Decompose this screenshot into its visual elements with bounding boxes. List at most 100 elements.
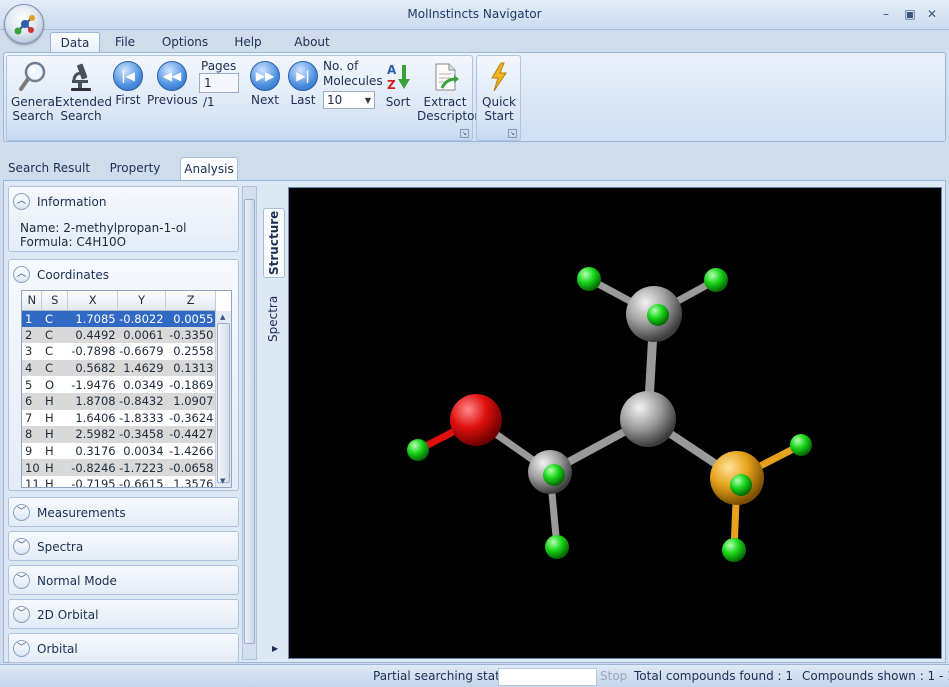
quick-start-button[interactable]: Quick Start <box>479 61 519 123</box>
section-measurements[interactable]: ﹀ Measurements <box>8 497 239 527</box>
general-search-button[interactable]: General Search <box>11 61 58 123</box>
atom-h5[interactable] <box>545 535 569 559</box>
section-2d-orbital[interactable]: ﹀ 2D Orbital <box>8 599 239 629</box>
tab-help[interactable]: Help <box>226 32 270 53</box>
atom-h6[interactable] <box>790 434 812 456</box>
previous-page-button[interactable]: ◀◀ Previous <box>147 61 198 107</box>
table-cell: C <box>41 310 68 327</box>
expand-arrow-icon[interactable]: ▶ <box>272 644 278 653</box>
splitter-thumb[interactable] <box>244 199 255 644</box>
section-header[interactable]: ﹀ Measurements <box>13 503 126 523</box>
table-row[interactable]: 4 C 0.5682 1.4629 0.1313 <box>22 359 216 377</box>
svg-text:Z: Z <box>387 78 396 92</box>
table-cell: -1.7223 <box>117 459 166 476</box>
column-header[interactable]: Y <box>117 291 167 311</box>
coordinates-scrollbar[interactable]: ▲ ▼ <box>215 311 231 487</box>
app-title: MolInstincts Navigator <box>407 7 542 21</box>
no-of-molecules-label: No. of Molecules <box>323 59 383 88</box>
table-row[interactable]: 5 O -1.9476 0.0349 -0.1869 <box>22 376 216 393</box>
next-page-button[interactable]: ▶▶ Next <box>248 61 282 107</box>
minimize-icon[interactable]: – <box>878 7 894 21</box>
atom-h7[interactable] <box>722 538 746 562</box>
tab-file[interactable]: File <box>106 32 144 53</box>
section-header[interactable]: ﹀ Spectra <box>13 537 83 557</box>
section-header[interactable]: ﹀ 2D Orbital <box>13 605 98 625</box>
chevron-up-icon: ︿ <box>13 266 30 283</box>
ribbon: General Search Extended Search |◀ First … <box>3 52 946 142</box>
column-header[interactable]: X <box>67 291 119 311</box>
section-orbital[interactable]: ﹀ Orbital <box>8 633 239 663</box>
panel-splitter[interactable] <box>242 186 257 660</box>
table-row[interactable]: 3 C -0.7898 -0.6679 0.2558 <box>22 343 216 360</box>
table-cell: -1.9476 <box>71 377 116 392</box>
scrollbar-thumb[interactable] <box>217 323 230 483</box>
sort-button[interactable]: A Z Sort <box>381 61 415 109</box>
section-header[interactable]: ﹀ Orbital <box>13 639 78 659</box>
previous-page-icon: ◀◀ <box>157 61 187 91</box>
atom-h2[interactable] <box>704 268 728 292</box>
table-cell: 9 <box>25 444 33 459</box>
molecule-3d-render[interactable] <box>289 188 941 658</box>
quick-start-launcher-icon[interactable]: ↘ <box>508 129 517 138</box>
table-cell: H <box>44 410 54 425</box>
chevron-down-icon: ▼ <box>364 96 371 105</box>
tab-structure[interactable]: Structure <box>263 208 285 278</box>
section-header[interactable]: ﹀ Normal Mode <box>13 571 117 591</box>
document-export-icon <box>435 63 459 91</box>
no-of-molecules-value: 10 <box>327 93 343 107</box>
table-row[interactable]: 10 H -0.8246 -1.7223 -0.0658 <box>22 459 216 476</box>
column-header[interactable]: Z <box>165 291 216 311</box>
table-cell: 1 <box>22 310 42 327</box>
atom-h9[interactable] <box>543 464 565 486</box>
table-cell: -0.0658 <box>165 459 216 476</box>
table-row[interactable]: 1 C 1.7085 -0.8022 0.0055 <box>22 310 216 327</box>
scroll-down-icon[interactable]: ▼ <box>220 477 225 485</box>
coordinates-header[interactable]: ︿ Coordinates <box>13 265 109 285</box>
tab-options[interactable]: Options <box>156 32 214 53</box>
sort-az-icon: A Z <box>387 63 410 92</box>
table-cell: 8 <box>22 426 42 443</box>
app-orb-button[interactable] <box>4 4 44 44</box>
atom-o[interactable] <box>450 394 502 446</box>
structure-viewer[interactable] <box>288 187 942 659</box>
atom-h3[interactable] <box>647 304 669 326</box>
last-page-button[interactable]: ▶| Last <box>286 61 320 107</box>
table-row[interactable]: 11 H -0.7195 -0.6615 1.3576 <box>22 476 216 488</box>
stop-button[interactable]: Stop <box>600 669 627 683</box>
first-page-button[interactable]: |◀ First <box>111 61 145 107</box>
table-row[interactable]: 6 H 1.8708 -0.8432 1.0907 <box>22 392 216 410</box>
restore-icon[interactable]: ▣ <box>902 7 918 21</box>
table-cell: -0.7195 <box>71 477 116 488</box>
atom-h8[interactable] <box>730 474 752 496</box>
table-row[interactable]: 7 H 1.6406 -1.8333 -0.3624 <box>22 410 216 427</box>
tab-data[interactable]: Data <box>50 32 100 53</box>
information-header[interactable]: ︿ Information <box>13 192 106 212</box>
tab-search-result[interactable]: Search Result <box>5 157 93 180</box>
information-title: Information <box>37 195 107 209</box>
tab-spectra[interactable]: Spectra <box>263 286 285 352</box>
section-normal-mode[interactable]: ﹀ Normal Mode <box>8 565 239 595</box>
column-header[interactable]: N <box>22 291 43 311</box>
atom-h1[interactable] <box>577 267 601 291</box>
analysis-panel: ︿ Information Name: 2-methylpropan-1-ol … <box>8 186 242 663</box>
data-group-launcher-icon[interactable]: ↘ <box>460 129 469 138</box>
column-header[interactable]: S <box>41 291 69 311</box>
table-cell: 0.0349 <box>123 377 164 392</box>
table-row[interactable]: 9 H 0.3176 0.0034 -1.4266 <box>22 443 216 460</box>
page-number-field[interactable]: 1 <box>199 73 239 93</box>
extract-descriptor-button[interactable]: Extract Descriptor <box>417 61 479 123</box>
table-row[interactable]: 8 H 2.5982 -0.3458 -0.4427 <box>22 426 216 443</box>
extended-search-button[interactable]: Extended Search <box>55 61 112 123</box>
tab-about[interactable]: About <box>286 32 338 53</box>
tab-property-view[interactable]: Property View <box>95 157 175 198</box>
tab-analysis[interactable]: Analysis <box>180 157 238 180</box>
atom-cMid[interactable] <box>620 391 676 447</box>
table-cell: 1.3576 <box>173 477 214 488</box>
no-of-molecules-select[interactable]: 10 ▼ <box>323 91 375 109</box>
table-row[interactable]: 2 C 0.4492 0.0061 -0.3350 <box>22 326 216 344</box>
section-spectra[interactable]: ﹀ Spectra <box>8 531 239 561</box>
table-cell: 1.6406 <box>75 410 116 425</box>
close-icon[interactable]: ✕ <box>924 7 940 21</box>
scroll-up-icon[interactable]: ▲ <box>220 313 225 321</box>
atom-h4[interactable] <box>407 439 429 461</box>
